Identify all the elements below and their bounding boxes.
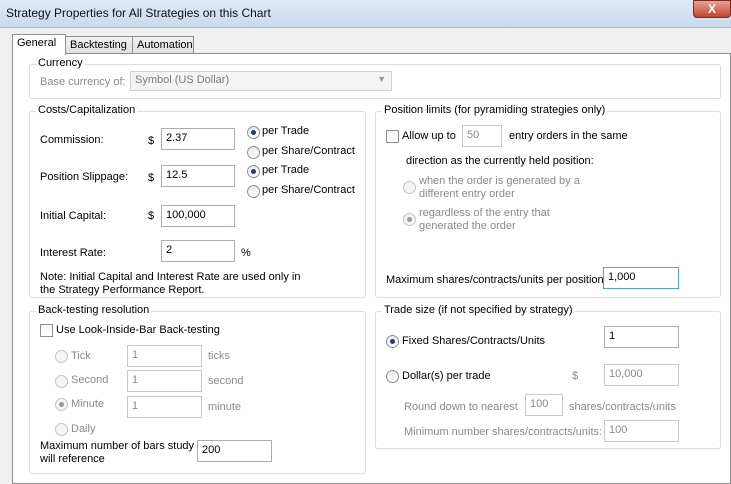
max-bars-input[interactable]: 200 (197, 440, 272, 462)
minute-radio[interactable] (55, 398, 68, 411)
fixed-shares-label: Fixed Shares/Contracts/Units (402, 335, 546, 347)
max-bars-line2: will reference (40, 453, 105, 465)
second-label: Second (71, 374, 109, 386)
initial-capital-label: Initial Capital: (40, 210, 107, 222)
base-currency-select[interactable]: Symbol (US Dollar) ▼ (130, 71, 392, 91)
dollar-per-trade-label: Dollar(s) per trade (402, 370, 491, 382)
minute-input[interactable]: 1 (127, 396, 202, 418)
dollar-per-trade-input[interactable]: 10,000 (604, 364, 679, 386)
currency-group: Currency Base currency of: Symbol (US Do… (29, 57, 721, 99)
capital-note-line2: the Strategy Performance Report. (40, 284, 205, 296)
trade-size-group: Trade size (if not specified by strategy… (375, 304, 721, 449)
tab-panel-general: Currency Base currency of: Symbol (US Do… (12, 53, 731, 484)
initial-capital-currency: $ (148, 210, 155, 222)
commission-per-trade-radio[interactable] (247, 126, 260, 139)
commission-input[interactable]: 2.37 (161, 128, 235, 150)
window-title: Strategy Properties for All Strategies o… (6, 6, 271, 20)
base-currency-label: Base currency of: (40, 76, 126, 88)
interest-rate-unit: % (241, 247, 251, 259)
initial-capital-input[interactable]: 100,000 (161, 205, 235, 227)
allow-up-to-input[interactable]: 50 (462, 125, 502, 147)
capital-note-line1: Note: Initial Capital and Interest Rate … (40, 271, 301, 283)
min-shares-label: Minimum number shares/contracts/units: (404, 426, 603, 438)
costs-group: Costs/Capitalization Commission: $ 2.37 … (29, 104, 366, 298)
currency-group-label: Currency (36, 57, 85, 69)
commission-label: Commission: (40, 134, 104, 146)
tick-radio[interactable] (55, 350, 68, 363)
minute-label: Minute (71, 398, 105, 410)
regardless-entry-line2: generated the order (419, 220, 516, 232)
close-button[interactable]: X (693, 0, 731, 18)
second-input[interactable]: 1 (127, 370, 202, 392)
different-entry-line2: different entry order (419, 188, 515, 200)
tick-label: Tick (71, 350, 91, 362)
interest-rate-label: Interest Rate: (40, 247, 107, 259)
round-down-input[interactable]: 100 (525, 394, 563, 416)
commission-per-trade-label: per Trade (262, 125, 310, 137)
costs-group-label: Costs/Capitalization (36, 104, 138, 116)
second-radio[interactable] (55, 375, 68, 388)
fixed-shares-input[interactable]: 1 (604, 326, 679, 348)
different-entry-radio[interactable] (403, 181, 416, 194)
backtesting-group-label: Back-testing resolution (36, 304, 152, 316)
different-entry-line1: when the order is generated by a (419, 175, 580, 187)
daily-radio[interactable] (55, 423, 68, 436)
entry-orders-text: entry orders in the same (509, 130, 628, 142)
round-down-label: Round down to nearest (404, 401, 518, 413)
round-down-unit: shares/contracts/units (569, 401, 676, 413)
direction-text: direction as the currently held position… (406, 155, 594, 167)
base-currency-value: Symbol (US Dollar) (135, 74, 230, 86)
trade-size-group-label: Trade size (if not specified by strategy… (382, 304, 575, 316)
chevron-down-icon: ▼ (377, 74, 386, 84)
position-limits-group-label: Position limits (for pyramiding strategi… (382, 104, 608, 116)
slippage-per-share-radio[interactable] (247, 185, 260, 198)
interest-rate-input[interactable]: 2 (161, 240, 235, 262)
commission-currency: $ (148, 135, 155, 147)
allow-up-to-checkbox[interactable] (386, 130, 399, 143)
tab-automation[interactable]: Automation (132, 36, 194, 54)
max-bars-line1: Maximum number of bars study (40, 440, 195, 452)
max-shares-label: Maximum shares/contracts/units per posit… (386, 274, 604, 286)
slippage-per-trade-radio[interactable] (247, 165, 260, 178)
slippage-per-trade-label: per Trade (262, 164, 310, 176)
slippage-per-share-label: per Share/Contract (262, 184, 355, 196)
slippage-currency: $ (148, 172, 155, 184)
tick-input[interactable]: 1 (127, 345, 202, 367)
look-inside-bar-label: Use Look-Inside-Bar Back-testing (56, 324, 220, 336)
allow-up-to-label: Allow up to (402, 130, 456, 142)
daily-label: Daily (71, 423, 96, 435)
dollar-currency: $ (572, 370, 579, 382)
fixed-shares-radio[interactable] (386, 335, 399, 348)
max-shares-input[interactable]: 1,000 (603, 267, 679, 289)
position-limits-group: Position limits (for pyramiding strategi… (375, 104, 721, 298)
regardless-entry-radio[interactable] (403, 213, 416, 226)
commission-per-share-radio[interactable] (247, 146, 260, 159)
dollar-per-trade-radio[interactable] (386, 370, 399, 383)
slippage-input[interactable]: 12.5 (161, 165, 235, 187)
min-shares-input[interactable]: 100 (604, 420, 679, 442)
tick-unit: ticks (208, 350, 230, 362)
regardless-entry-line1: regardless of the entry that (419, 207, 550, 219)
commission-per-share-label: per Share/Contract (262, 145, 355, 157)
tab-general[interactable]: General (12, 34, 66, 55)
minute-unit: minute (208, 401, 242, 413)
title-bar: Strategy Properties for All Strategies o… (0, 0, 731, 28)
second-unit: second (208, 375, 244, 387)
tab-backtesting[interactable]: Backtesting (65, 36, 133, 54)
slippage-label: Position Slippage: (40, 171, 129, 183)
backtesting-group: Back-testing resolution Use Look-Inside-… (29, 304, 366, 474)
look-inside-bar-checkbox[interactable] (40, 324, 53, 337)
